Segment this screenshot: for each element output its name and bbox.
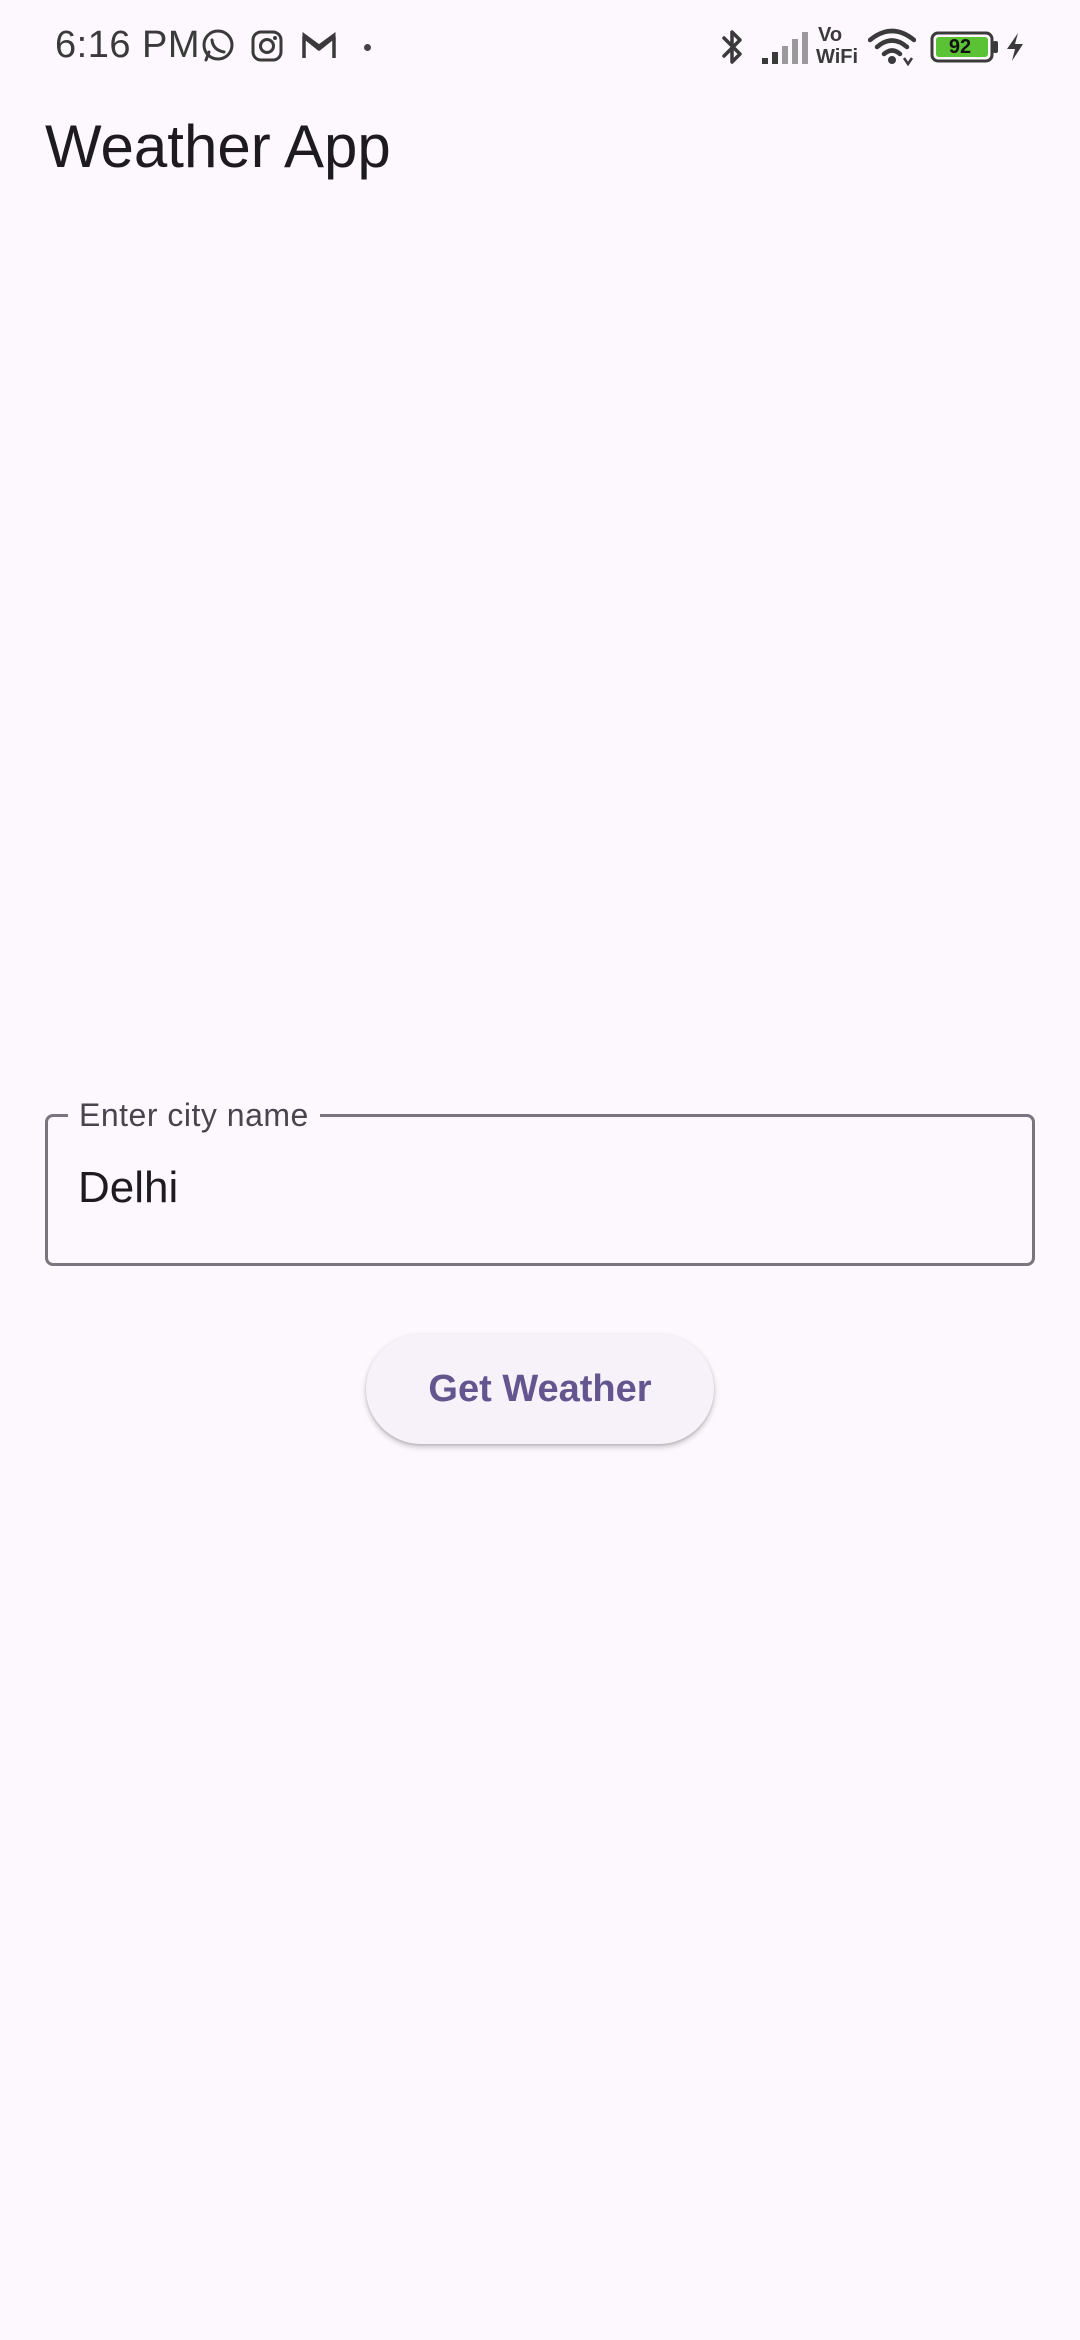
battery-icon: 92	[930, 31, 998, 63]
city-name-input[interactable]	[78, 1163, 998, 1213]
wifi-icon	[867, 28, 917, 71]
vowifi-icon: Vo WiFi	[816, 24, 862, 70]
get-weather-button[interactable]: Get Weather	[366, 1334, 714, 1444]
status-bar: 6:16 PM Vo WiFi 92	[0, 0, 1080, 96]
bluetooth-icon	[718, 26, 748, 73]
gmail-icon	[300, 31, 338, 66]
vowifi-bottom-label: WiFi	[816, 46, 859, 68]
vowifi-top-label: Vo	[818, 24, 843, 46]
instagram-icon	[250, 29, 284, 68]
charging-icon	[1004, 31, 1026, 68]
city-name-field[interactable]: Enter city name	[45, 1095, 1035, 1266]
app-title: Weather App	[45, 113, 391, 180]
status-time: 6:16 PM	[55, 24, 201, 66]
city-name-label: Enter city name	[68, 1095, 320, 1135]
whatsapp-icon	[200, 28, 236, 69]
notification-dot	[364, 44, 371, 51]
weather-app-screen: 6:16 PM Vo WiFi 92 Weather App Enter cit…	[0, 0, 1080, 2340]
battery-level: 92	[948, 35, 972, 58]
cellular-signal-icon	[760, 30, 810, 71]
